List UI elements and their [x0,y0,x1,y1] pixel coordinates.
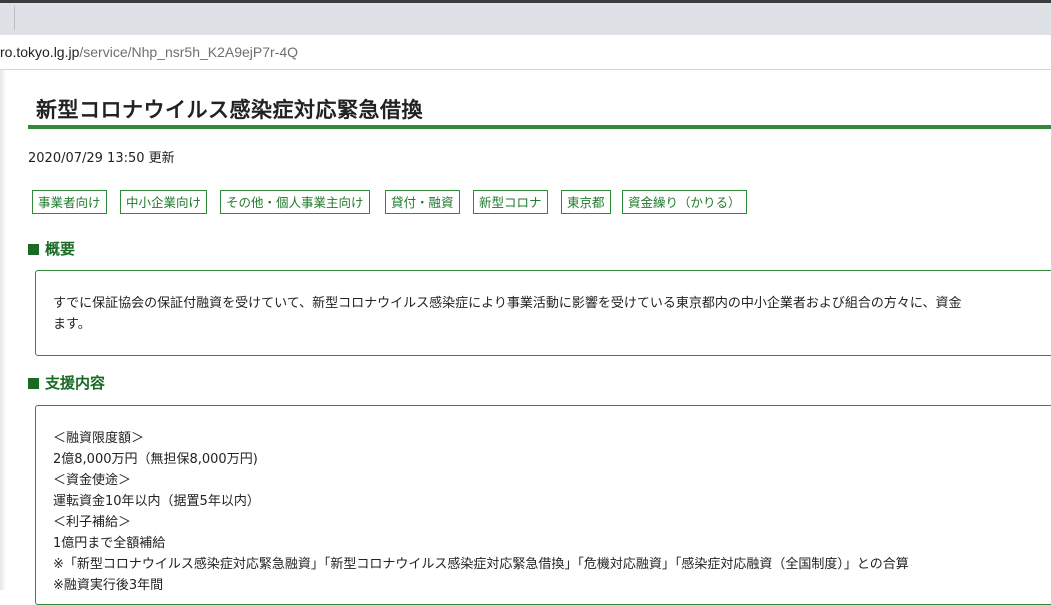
support-line: 2億8,000万円（無担保8,000万円) [53,452,258,467]
tag-financing[interactable]: 資金繰り（かりる） [622,190,747,214]
page-title: 新型コロナウイルス感染症対応緊急借換 [36,98,423,122]
updated-timestamp: 2020/07/29 13:50 更新 [28,151,175,166]
tag-sole-proprietor[interactable]: その他・個人事業主向け [220,190,370,214]
page-left-shadow [0,70,6,590]
support-line: 1億円まで全額補給 [53,536,166,551]
square-bullet-icon [28,244,39,255]
support-line: 運転資金10年以内（据置5年以内） [53,494,260,509]
browser-toolbar: ro.tokyo.lg.jp/service/Nhp_nsr5h_K2A9ejP… [0,35,1051,70]
title-underline [28,125,1051,129]
support-heading-text: 支援内容 [45,374,106,392]
overview-heading: 概要 [28,238,75,259]
url-path: /service/Nhp_nsr5h_K2A9ejP7r-4Q [79,44,299,60]
tag-sme[interactable]: 中小企業向け [120,190,208,214]
overview-box: すでに保証協会の保証付融資を受けていて、新型コロナウイルス感染症により事業活動に… [35,270,1051,356]
support-line: ※「新型コロナウイルス感染症対応緊急融資」「新型コロナウイルス感染症対応緊急借換… [53,557,909,572]
overview-line: ます。 [53,317,91,332]
address-bar[interactable]: ro.tokyo.lg.jp/service/Nhp_nsr5h_K2A9ejP… [0,41,298,63]
tag-loan[interactable]: 貸付・融資 [385,190,460,214]
support-heading: 支援内容 [28,372,105,393]
tab-divider [14,6,15,30]
url-host: ro.tokyo.lg.jp [0,44,80,60]
square-bullet-icon [28,378,39,389]
tag-covid[interactable]: 新型コロナ [473,190,548,214]
page-content: 新型コロナウイルス感染症対応緊急借換 2020/07/29 13:50 更新 事… [0,70,1051,605]
support-box: ＜融資限度額＞ 2億8,000万円（無担保8,000万円) ＜資金使途＞ 運転資… [35,405,1051,605]
tag-tokyo[interactable]: 東京都 [561,190,611,214]
overview-heading-text: 概要 [45,240,76,258]
support-line: ※融資実行後3年間 [53,578,164,593]
window-edge [0,0,1051,3]
tag-business[interactable]: 事業者向け [32,190,107,214]
support-line: ＜資金使途＞ [53,473,132,488]
browser-tab-strip [0,0,1051,35]
overview-line: すでに保証協会の保証付融資を受けていて、新型コロナウイルス感染症により事業活動に… [53,296,962,311]
support-line: ＜融資限度額＞ [53,431,145,446]
support-line: ＜利子補給＞ [53,515,132,530]
